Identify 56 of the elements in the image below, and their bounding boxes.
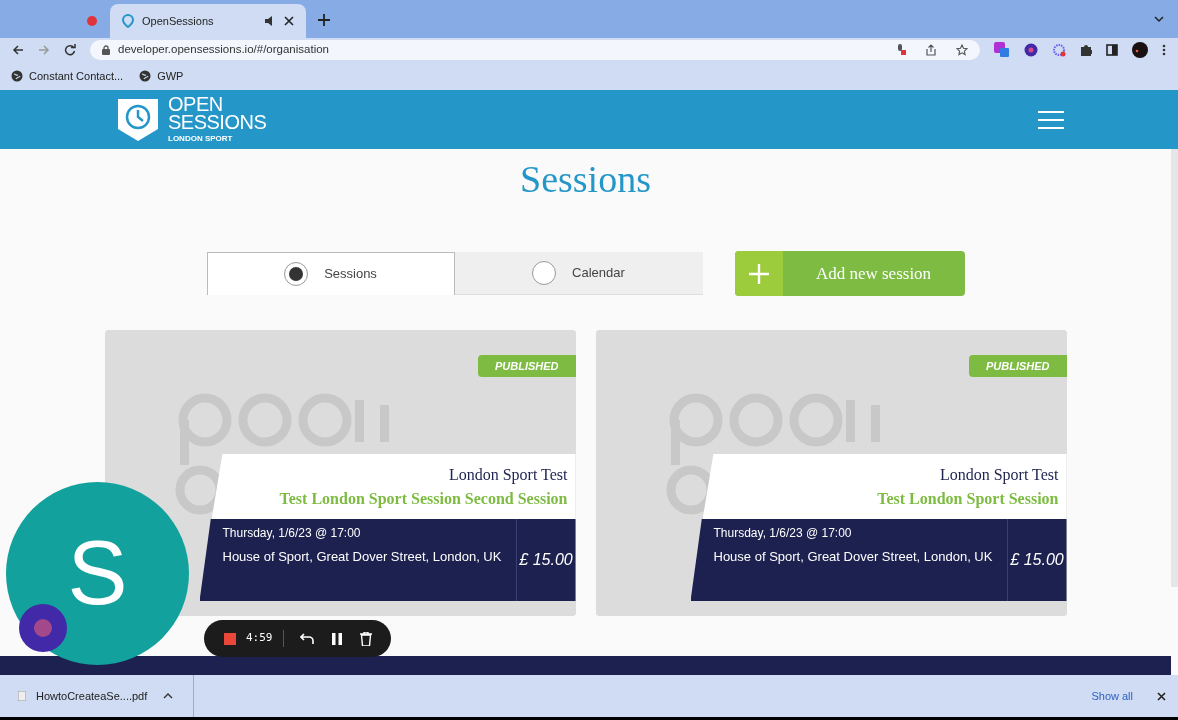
session-price: £ 15.00 xyxy=(515,519,576,601)
share-icon[interactable] xyxy=(926,44,936,56)
session-card[interactable]: PUBLISHED London Sport Test Test London Sport Session Thursday, 1/6/23 @ 17:00 House of Sport, Great Dover Street, London, UK £ 15.00 xyxy=(595,330,1067,616)
session-location: House of Sport, Great Dover Street, London, UK xyxy=(222,548,503,566)
organiser-name: London Sport Test xyxy=(448,465,568,486)
globe-icon xyxy=(11,70,23,82)
pause-icon[interactable] xyxy=(331,632,342,645)
session-datetime: Thursday, 1/6/23 @ 17:00 xyxy=(222,525,362,542)
chevron-up-icon[interactable] xyxy=(163,693,174,699)
session-title: Test London Sport Session Second Session xyxy=(279,489,568,510)
status-badge: PUBLISHED xyxy=(477,355,576,377)
organiser-name: London Sport Test xyxy=(939,465,1059,486)
burst-icon[interactable] xyxy=(1052,43,1066,57)
recording-timer: 4:59 xyxy=(246,630,284,647)
stop-icon[interactable] xyxy=(224,632,236,645)
side-panel-icon[interactable] xyxy=(1106,44,1118,56)
more-icon[interactable] xyxy=(1162,44,1166,56)
back-arrow-icon[interactable] xyxy=(12,44,24,56)
puzzle-icon[interactable] xyxy=(1080,44,1092,56)
new-tab-icon[interactable] xyxy=(318,14,330,26)
page-heading: Sessions xyxy=(520,157,651,201)
reload-icon[interactable] xyxy=(64,44,76,56)
close-icon[interactable] xyxy=(1157,691,1166,701)
globe-icon xyxy=(139,70,152,82)
undo-icon[interactable] xyxy=(299,632,314,645)
browser-tab[interactable]: OpenSessions xyxy=(110,4,306,38)
plus-icon xyxy=(748,263,769,284)
tab-title: OpenSessions xyxy=(142,13,215,29)
view-tab[interactable]: Sessions xyxy=(206,252,455,295)
star-icon[interactable] xyxy=(956,44,968,56)
clock-shield-icon xyxy=(118,98,158,141)
record-button-icon[interactable] xyxy=(19,604,67,652)
session-location: House of Sport, Great Dover Street, London, UK xyxy=(713,548,994,566)
chevron-down-icon[interactable] xyxy=(1154,16,1164,23)
session-datetime: Thursday, 1/6/23 @ 17:00 xyxy=(713,525,853,542)
record-dot-icon xyxy=(86,15,98,27)
microphone-icon xyxy=(896,44,906,56)
lock-icon xyxy=(102,45,110,55)
record-extension-icon[interactable] xyxy=(1024,43,1038,57)
close-icon[interactable] xyxy=(284,16,294,26)
download-item[interactable]: HowtoCreateaSe....pdf xyxy=(0,675,194,717)
address-field[interactable]: developer.opensessions.io/#/organisation xyxy=(90,40,980,60)
bookmark[interactable]: GWP xyxy=(139,67,184,85)
extension-icon[interactable] xyxy=(994,42,1010,58)
session-title: Test London Sport Session xyxy=(877,489,1059,510)
status-badge: PUBLISHED xyxy=(968,355,1067,377)
profile-avatar-icon[interactable] xyxy=(1132,42,1148,58)
file-icon xyxy=(18,691,26,701)
bookmark[interactable]: Constant Contact... xyxy=(11,67,124,85)
location-pin-icon xyxy=(122,14,134,28)
menu-icon[interactable] xyxy=(1038,109,1064,130)
show-all-link[interactable]: Show all xyxy=(1091,687,1133,705)
scrollbar[interactable] xyxy=(1171,149,1178,587)
session-price: £ 15.00 xyxy=(1006,519,1067,601)
trash-icon[interactable] xyxy=(359,631,372,646)
view-tab[interactable]: Calendar xyxy=(454,252,703,295)
